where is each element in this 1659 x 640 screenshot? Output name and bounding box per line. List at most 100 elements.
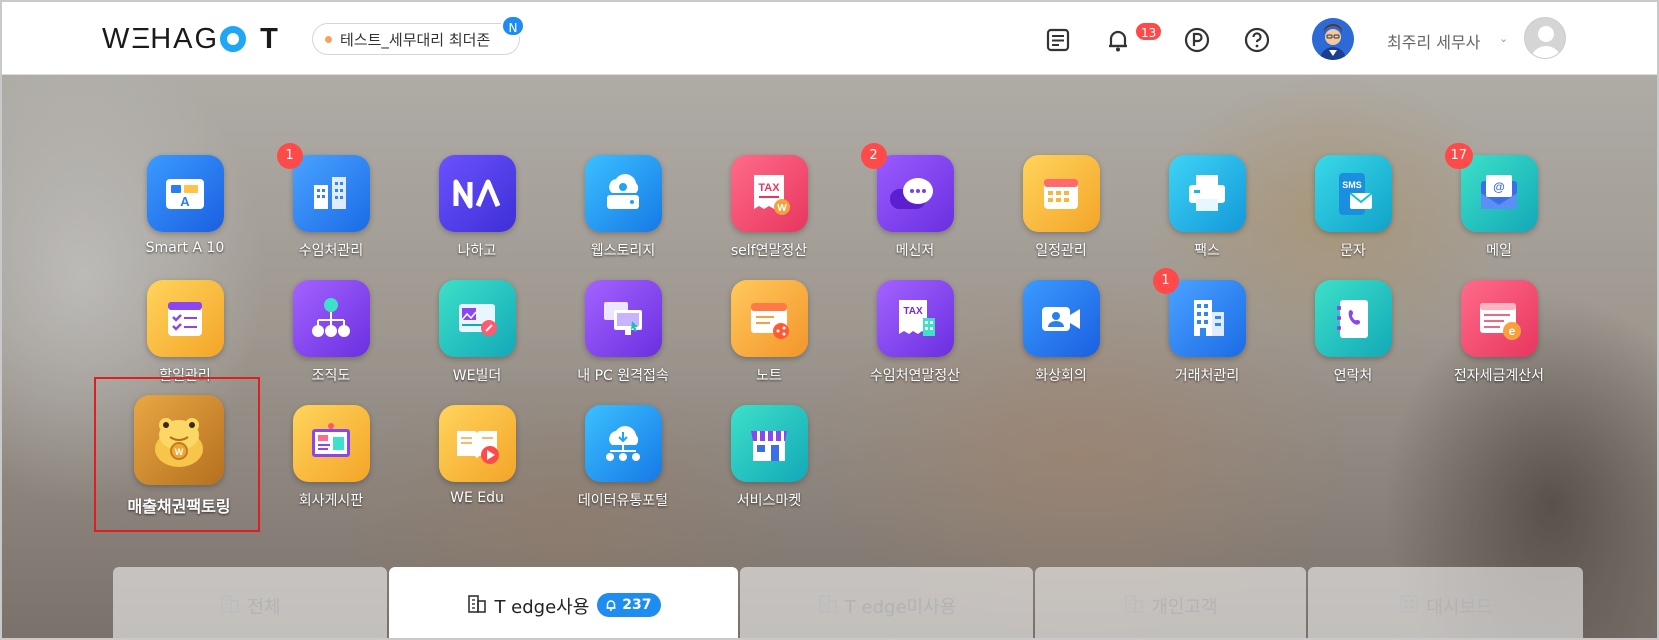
logo-suffix: T xyxy=(260,22,280,55)
app-badge: 1 xyxy=(1152,268,1179,294)
app-sms[interactable]: SMS 문자 xyxy=(1283,155,1423,260)
app-web-storage[interactable]: 웹스토리지 xyxy=(553,155,693,260)
app-schedule[interactable]: 일정관리 xyxy=(991,155,1131,260)
app-label: 서비스마켓 xyxy=(736,493,802,509)
calendar-icon xyxy=(1022,155,1100,232)
sms-phone-icon: SMS xyxy=(1314,155,1392,232)
app-nahago[interactable]: 나하고 xyxy=(407,155,547,260)
app-client-management[interactable]: 1 수임처관리 xyxy=(261,143,401,260)
app-label: 전자세금계산서 xyxy=(1453,368,1545,384)
remote-desktop-icon xyxy=(584,280,662,357)
tab-label: 개인고객 xyxy=(1151,597,1218,618)
bell-icon xyxy=(606,600,616,611)
app-label: 화상회의 xyxy=(1035,368,1087,384)
na-icon xyxy=(438,155,516,232)
tab-label: 전체 xyxy=(247,597,281,618)
chevron-down-icon[interactable]: ⌄ xyxy=(1499,32,1508,45)
profile-avatar[interactable] xyxy=(1524,17,1566,59)
app-partner-management[interactable]: 1 거래처관리 xyxy=(1137,268,1277,385)
tab-label: T edge사용 xyxy=(494,597,590,618)
app-label: 메신저 xyxy=(895,243,935,259)
company-name: 테스트_세무대리 최더존 xyxy=(340,30,491,49)
app-data-portal[interactable]: 데이터유통포털 xyxy=(553,405,693,510)
tab-label: T edge미사용 xyxy=(844,597,957,618)
user-name[interactable]: 최주리 세무사 xyxy=(1387,29,1480,53)
app-e-tax-invoice[interactable]: e 전자세금계산서 xyxy=(1429,280,1569,385)
app-fax[interactable]: 팩스 xyxy=(1137,155,1277,260)
wehago-logo[interactable]: WΞHAG T xyxy=(102,22,280,55)
svg-text:A: A xyxy=(180,194,190,209)
app-badge: 2 xyxy=(860,143,887,169)
svg-text:TAX: TAX xyxy=(758,182,780,194)
app-service-market[interactable]: 서비스마켓 xyxy=(699,405,839,510)
app-label: 수임처연말정산 xyxy=(869,368,961,384)
notes-icon[interactable] xyxy=(1042,24,1074,56)
tab-t-edge-used[interactable]: T edge사용 237 xyxy=(389,567,738,638)
help-icon[interactable] xyxy=(1241,24,1273,56)
tab-all[interactable]: 전체 xyxy=(113,567,387,638)
app-org-chart[interactable]: 조직도 xyxy=(261,280,401,385)
company-selector[interactable]: 테스트_세무대리 최더존 xyxy=(312,23,520,55)
app-label: 거래처관리 xyxy=(1174,368,1240,384)
tab-t-edge-unused[interactable]: T edge미사용 xyxy=(740,567,1033,638)
svg-text:@: @ xyxy=(1493,180,1505,194)
app-label: 메일 xyxy=(1486,243,1512,259)
buildings-icon: 1 xyxy=(276,143,370,232)
office-building-icon: 1 xyxy=(1152,268,1246,357)
app-we-edu[interactable]: WE Edu xyxy=(407,405,547,506)
app-label: 내 PC 원격접속 xyxy=(577,368,669,384)
mail-icon: @ 17 xyxy=(1444,143,1538,232)
building-icon xyxy=(1123,593,1145,615)
company-status-dot xyxy=(325,35,332,43)
app-note[interactable]: 노트 xyxy=(699,280,839,385)
app-self-year-end[interactable]: TAX W self연말정산 xyxy=(699,155,839,260)
app-video-conference[interactable]: 화상회의 xyxy=(991,280,1131,385)
dashboard-icon xyxy=(1398,593,1420,615)
tab-count: 237 xyxy=(622,597,652,613)
user-avatar[interactable] xyxy=(1312,18,1354,60)
app-contacts[interactable]: 연락처 xyxy=(1283,280,1423,385)
smart-a-icon: A xyxy=(146,155,224,232)
app-smart-a[interactable]: A Smart A 10 xyxy=(115,155,255,256)
app-messenger[interactable]: 2 메신저 xyxy=(845,143,985,260)
app-label: Smart A 10 xyxy=(145,240,225,256)
app-badge: 17 xyxy=(1444,143,1474,169)
app-client-year-end[interactable]: TAX 수임처연말정산 xyxy=(845,280,985,385)
app-todo[interactable]: 할일관리 xyxy=(115,280,255,385)
app-company-board[interactable]: 회사게시판 xyxy=(261,405,401,510)
logo-text: WΞHAG xyxy=(102,22,220,55)
app-label: WE빌더 xyxy=(452,368,502,384)
chat-bubble-icon: 2 xyxy=(860,143,954,232)
app-label: 조직도 xyxy=(311,368,351,384)
app-window: WΞHAG T 테스트_세무대리 최더존 N 13 최주리 세무사 ⌄ A Sm… xyxy=(0,0,1659,640)
cloud-network-icon xyxy=(584,405,662,482)
app-label: 문자 xyxy=(1340,243,1366,259)
selection-highlight xyxy=(94,377,260,532)
book-play-icon xyxy=(438,405,516,482)
tab-individual-clients[interactable]: 개인고객 xyxy=(1035,567,1306,638)
tab-dashboard[interactable]: 대시보드 xyxy=(1308,567,1583,638)
bulletin-board-icon xyxy=(292,405,370,482)
app-label: 데이터유통포털 xyxy=(577,493,669,509)
svg-text:SMS: SMS xyxy=(1342,180,1362,190)
tax-building-icon: TAX xyxy=(876,280,954,357)
building-icon xyxy=(466,593,488,615)
fax-icon xyxy=(1168,155,1246,232)
svg-text:e: e xyxy=(1509,324,1516,338)
new-badge: N xyxy=(501,15,525,37)
app-label: 나하고 xyxy=(457,243,497,259)
note-share-icon xyxy=(730,280,808,357)
app-label: 팩스 xyxy=(1194,243,1220,259)
storefront-icon xyxy=(730,405,808,482)
app-remote-pc[interactable]: 내 PC 원격접속 xyxy=(553,280,693,385)
bell-icon[interactable] xyxy=(1102,24,1134,56)
app-mail[interactable]: @ 17 메일 xyxy=(1429,143,1569,260)
top-header: WΞHAG T 테스트_세무대리 최더존 N 13 최주리 세무사 ⌄ xyxy=(2,2,1657,75)
app-label: WE Edu xyxy=(450,490,504,506)
app-label: 연락처 xyxy=(1333,368,1373,384)
point-icon[interactable] xyxy=(1181,24,1213,56)
app-we-builder[interactable]: WE빌더 xyxy=(407,280,547,385)
phone-book-icon xyxy=(1314,280,1392,357)
tax-receipt-icon: TAX W xyxy=(730,155,808,232)
cloud-storage-icon xyxy=(584,155,662,232)
